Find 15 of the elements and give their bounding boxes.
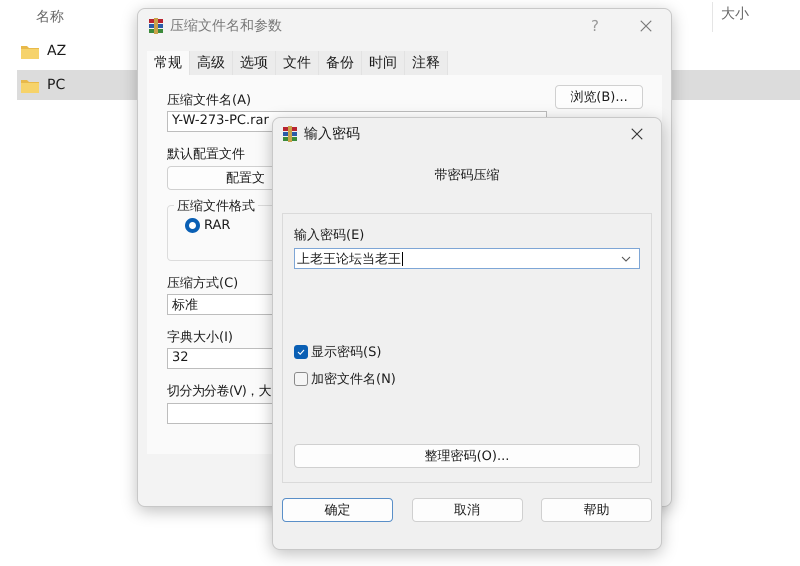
window-title: 压缩文件名和参数 — [170, 17, 282, 35]
group-label: 压缩文件格式 — [174, 197, 258, 215]
window-title: 输入密码 — [304, 125, 360, 143]
checkbox-label: 显示密码(S) — [311, 344, 382, 361]
field-label: 输入密码(E) — [294, 227, 364, 244]
radio-label: RAR — [204, 218, 230, 233]
checkbox-label: 加密文件名(N) — [311, 371, 396, 388]
folder-name: AZ — [47, 43, 66, 59]
field-label: 压缩方式(C) — [167, 275, 238, 292]
field-label: 切分为分卷(V)，大 — [167, 383, 272, 400]
folder-name: PC — [47, 77, 66, 93]
dialog-heading: 带密码压缩 — [434, 167, 500, 185]
field-label: 默认配置文件 — [167, 146, 245, 163]
field-label: 压缩文件名(A) — [167, 92, 252, 109]
field-label: 字典大小(I) — [167, 329, 233, 346]
